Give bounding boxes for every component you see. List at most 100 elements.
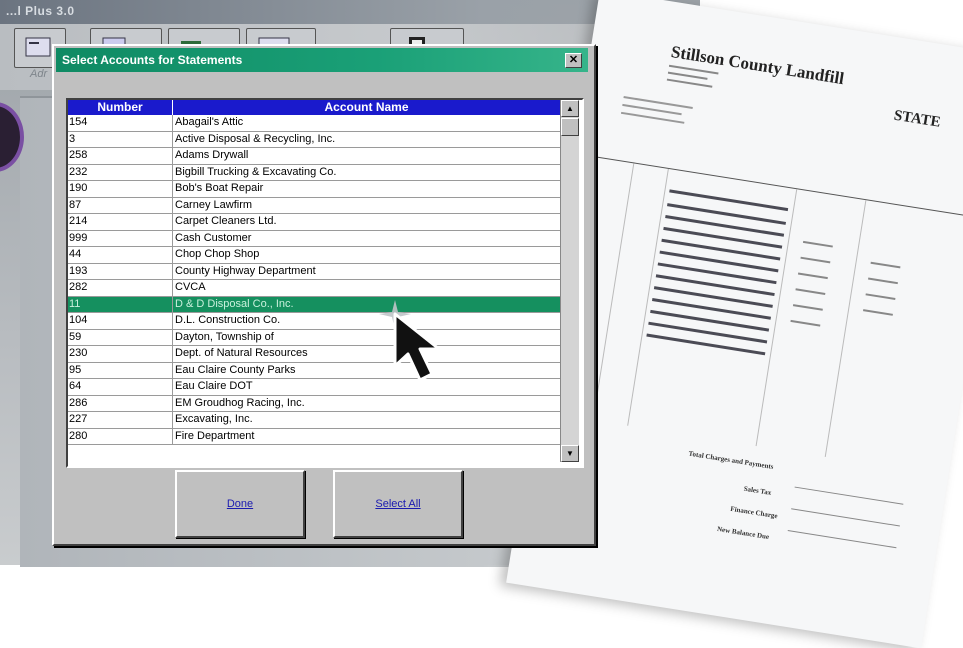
account-name: Cash Customer — [175, 231, 252, 244]
list-row[interactable]: 104 D.L. Construction Co. — [68, 313, 560, 330]
dialog-title: Select Accounts for Statements — [62, 53, 243, 67]
list-row[interactable]: 190 Bob's Boat Repair — [68, 181, 560, 198]
list-row[interactable]: 282 CVCA — [68, 280, 560, 297]
list-row[interactable]: 44 Chop Chop Shop — [68, 247, 560, 264]
account-number: 214 — [69, 215, 88, 227]
column-separator — [172, 412, 173, 428]
account-name: Adams Drywall — [175, 149, 249, 161]
address-card-icon — [25, 37, 51, 57]
account-name: Excavating, Inc. — [175, 413, 253, 425]
column-separator — [172, 313, 173, 329]
list-row[interactable]: 999 Cash Customer — [68, 230, 560, 247]
list-row[interactable]: 286 EM Groudhog Racing, Inc. — [68, 395, 560, 412]
account-name: Eau Claire County Parks — [175, 363, 296, 376]
account-number: 193 — [69, 264, 88, 277]
account-number: 280 — [69, 429, 88, 442]
account-number: 44 — [69, 248, 82, 260]
scroll-up-button[interactable]: ▲ — [561, 100, 579, 117]
account-name: Chop Chop Shop — [175, 248, 260, 260]
account-name: D.L. Construction Co. — [175, 314, 281, 326]
account-name: EM Groudhog Racing, Inc. — [175, 396, 305, 409]
list-row[interactable]: 258 Adams Drywall — [68, 148, 560, 165]
column-header-account-name[interactable]: Account Name — [173, 100, 560, 115]
column-header-number[interactable]: Number — [68, 100, 173, 115]
select-all-button[interactable]: Select All — [333, 470, 463, 538]
statement-total-rule — [794, 486, 904, 505]
column-separator — [172, 428, 173, 445]
account-name: Fire Department — [175, 429, 255, 442]
statement-total-label: New Balance Due — [716, 525, 770, 542]
statement-amount — [863, 309, 893, 316]
statement-total-label: Sales Tax — [743, 484, 772, 497]
done-button[interactable]: Done — [175, 470, 305, 538]
vertical-scrollbar[interactable]: ▲ ▼ — [560, 100, 579, 462]
account-name: Active Disposal & Recycling, Inc. — [175, 132, 336, 145]
list-row[interactable]: 87 Carney Lawfirm — [68, 197, 560, 214]
account-name: D & D Disposal Co., Inc. — [175, 297, 294, 310]
column-separator — [172, 280, 173, 296]
column-separator — [172, 395, 173, 412]
account-number: 282 — [69, 281, 88, 293]
list-row[interactable]: 95 Eau Claire County Parks — [68, 362, 560, 379]
account-name: Abagail's Attic — [175, 116, 244, 128]
statement-amount — [865, 293, 896, 300]
account-name: CVCA — [175, 281, 206, 293]
column-separator — [172, 263, 173, 280]
column-separator — [172, 197, 173, 214]
statement-amount — [795, 288, 826, 295]
select-all-button-label: Select All — [375, 498, 421, 510]
column-separator — [172, 296, 173, 313]
list-row[interactable]: 214 Carpet Cleaners Ltd. — [68, 214, 560, 231]
dialog-title-bar[interactable]: Select Accounts for Statements ✕ — [56, 48, 588, 72]
list-row[interactable]: 227 Excavating, Inc. — [68, 412, 560, 429]
account-number: 11 — [69, 297, 81, 310]
account-number: 95 — [69, 363, 82, 376]
column-separator — [172, 247, 173, 263]
list-row[interactable]: 59 Dayton, Township of — [68, 329, 560, 346]
list-row[interactable]: 64 Eau Claire DOT — [68, 379, 560, 396]
toolbar-label: Adr — [30, 68, 48, 80]
statement-total-label: Finance Charge — [729, 504, 779, 521]
account-name: Eau Claire DOT — [175, 380, 253, 392]
list-row[interactable]: 232 Bigbill Trucking & Excavating Co. — [68, 164, 560, 181]
list-row-selected[interactable]: 11 D & D Disposal Co., Inc. — [68, 296, 560, 313]
triangle-down-icon: ▼ — [566, 449, 574, 458]
list-row[interactable]: 193 County Highway Department — [68, 263, 560, 280]
recipient-text-lines-icon — [620, 96, 693, 124]
account-name: Dayton, Township of — [175, 330, 274, 343]
statement-amount — [797, 272, 828, 280]
column-separator — [172, 181, 173, 197]
statement-table — [553, 156, 963, 474]
account-number: 286 — [69, 396, 88, 409]
accounts-list[interactable]: Number Account Name 154 Abagail's Attic 3… — [66, 98, 584, 468]
list-rows: 154 Abagail's Attic 3 Active Disposal & Re… — [68, 115, 560, 445]
statement-amount — [868, 277, 898, 285]
account-number: 154 — [69, 116, 88, 128]
column-separator — [172, 131, 173, 148]
account-number: 230 — [69, 347, 88, 359]
statement-table-column — [592, 163, 635, 421]
list-header: Number Account Name — [68, 100, 560, 115]
column-separator — [172, 346, 173, 362]
scroll-down-button[interactable]: ▼ — [561, 445, 579, 462]
triangle-up-icon: ▲ — [566, 104, 574, 113]
account-number: 232 — [69, 165, 88, 178]
column-separator — [172, 379, 173, 395]
column-separator — [172, 230, 173, 247]
list-row[interactable]: 154 Abagail's Attic — [68, 115, 560, 132]
statement-total-label: Total Charges and Payments — [687, 449, 775, 471]
account-number: 3 — [69, 132, 76, 145]
column-separator — [172, 164, 173, 181]
statement-totals: Total Charges and Payments Sales Tax Fin… — [672, 450, 916, 595]
close-button[interactable]: ✕ — [565, 53, 582, 68]
account-number: 64 — [69, 380, 82, 392]
column-separator — [172, 115, 173, 131]
statement-amount — [870, 261, 901, 269]
list-row[interactable]: 230 Dept. of Natural Resources — [68, 346, 560, 363]
statement-recipient-lines — [619, 95, 703, 140]
account-name: Dept. of Natural Resources — [175, 347, 308, 359]
list-row[interactable]: 3 Active Disposal & Recycling, Inc. — [68, 131, 560, 148]
list-row[interactable]: 280 Fire Department — [68, 428, 560, 445]
column-separator — [172, 214, 173, 230]
scrollbar-thumb[interactable] — [561, 118, 579, 136]
